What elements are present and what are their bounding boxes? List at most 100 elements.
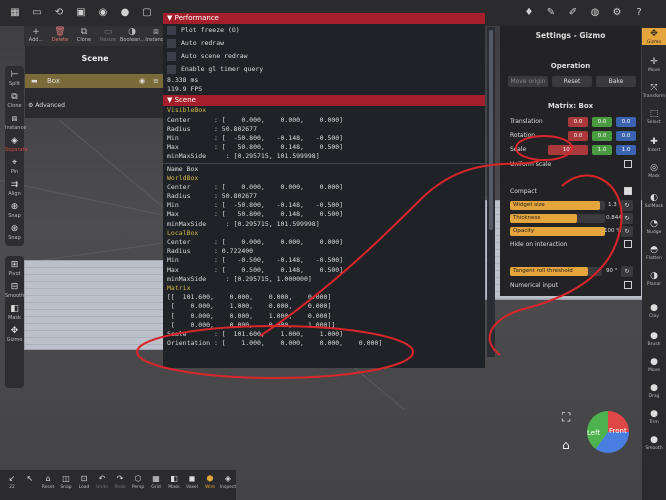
world-box-title: WorldBox <box>167 173 199 182</box>
undo-button[interactable]: ↶ Undo <box>92 473 112 490</box>
tool-mask[interactable]: ◎ Mask <box>642 162 666 179</box>
tool-smooth[interactable]: ● Smooth <box>642 434 666 451</box>
scale-y[interactable]: 1.0 <box>592 145 612 155</box>
tool-selmask[interactable]: ◐ SelMask <box>642 192 666 209</box>
clone-tool-button[interactable]: ⧉ Clone <box>5 92 24 109</box>
tool-gizmo[interactable]: ✥ Gizmo <box>642 28 666 45</box>
gl-timer-checkbox[interactable]: Enable gl timer query <box>163 63 485 76</box>
load-button[interactable]: ⊡ Load <box>74 473 94 490</box>
pin-button[interactable]: ⌖ Pin <box>5 158 24 175</box>
reset-button[interactable]: Reset <box>552 76 592 87</box>
menu-icon[interactable]: ≡ <box>153 77 159 85</box>
snap2-button[interactable]: ⊛ Snap <box>5 224 24 241</box>
wire-button[interactable]: ⬢ Wire <box>200 473 220 490</box>
tool-drag[interactable]: ● Drag <box>642 382 666 399</box>
translation-label: Translation <box>510 118 543 125</box>
camera-icon[interactable]: ◉ <box>96 6 110 20</box>
sphere-icon[interactable]: ◍ <box>588 6 602 20</box>
performance-header[interactable]: ▼ Performance <box>163 13 485 24</box>
widget-size-reset[interactable]: ↻ <box>621 200 633 211</box>
voxel-button[interactable]: ◼ Voxel <box>182 473 202 490</box>
tool-planar[interactable]: ◑ Planar <box>642 270 666 287</box>
translation-y[interactable]: 0.0 <box>592 117 612 127</box>
tool-clay[interactable]: ● Clay <box>642 302 666 319</box>
tool-nudge[interactable]: ◔ Nudge <box>642 218 666 235</box>
grid-icon[interactable]: ▦ <box>8 6 22 20</box>
numerical-input-checkbox[interactable] <box>624 281 632 289</box>
scene-header[interactable]: ▼ Scene <box>163 95 485 107</box>
plot-freeze-checkbox[interactable]: Plot freeze (O) <box>163 24 485 37</box>
pivot-button[interactable]: ⊞ Pivot <box>5 260 24 277</box>
advanced-toggle[interactable]: ⚙ Advanced <box>28 102 65 109</box>
scene-item-box[interactable]: ▬ Box ◉ ≡ <box>25 74 165 88</box>
auto-redraw-checkbox[interactable]: Auto redraw <box>163 37 485 50</box>
clone-button[interactable]: ⧉ Clone <box>72 28 96 44</box>
orientation-cube[interactable]: Left Front <box>587 411 629 453</box>
tool-transform[interactable]: ⤧ Transform <box>642 82 666 99</box>
auto-scene-redraw-checkbox[interactable]: Auto scene redraw <box>163 50 485 63</box>
opacity-reset[interactable]: ↻ <box>621 226 633 237</box>
tangent-roll-reset[interactable]: ↻ <box>621 266 633 277</box>
scale-z[interactable]: 1.0 <box>616 145 636 155</box>
box-mesh[interactable] <box>24 260 164 350</box>
image-icon[interactable]: ▣ <box>74 6 88 20</box>
screen-icon[interactable]: ▢ <box>140 6 154 20</box>
uniform-scale-checkbox[interactable] <box>624 160 632 168</box>
delete-button[interactable]: 🗑 Delete <box>48 28 72 44</box>
widget-size-slider[interactable]: Widget size <box>510 201 605 210</box>
rotation-z[interactable]: 0.0 <box>616 131 636 141</box>
boolean-button[interactable]: ◑ Boolean... <box>120 28 145 44</box>
home-icon[interactable]: ⌂ <box>562 438 570 452</box>
hide-on-interaction-checkbox[interactable] <box>624 240 632 248</box>
snap-view-button[interactable]: ◫ Snap <box>56 473 76 490</box>
thickness-slider[interactable]: Thickness <box>510 214 605 223</box>
mask-view-button[interactable]: ◧ Mask <box>164 473 184 490</box>
translation-x[interactable]: 0.0 <box>568 117 588 127</box>
wrench-icon[interactable]: ✎ <box>544 6 558 20</box>
help-icon[interactable]: ? <box>632 6 646 20</box>
translation-z[interactable]: 0.0 <box>616 117 636 127</box>
resize-button[interactable]: ▭ Resize <box>96 28 120 44</box>
fullscreen-icon[interactable]: ⛶ <box>562 410 570 425</box>
bottom-size[interactable]: ↙ 22 <box>2 473 22 490</box>
mic-icon[interactable]: ● <box>118 6 132 20</box>
thickness-reset[interactable]: ↻ <box>621 213 633 224</box>
reset-view-button[interactable]: ⌂ Reset <box>38 473 58 490</box>
opacity-slider[interactable]: Opacity <box>510 227 605 236</box>
scroll-thumb[interactable] <box>489 30 493 230</box>
move-origin-button[interactable]: Move origin <box>508 76 548 87</box>
tool-trim[interactable]: ● Trim <box>642 408 666 425</box>
tool-insert[interactable]: ✚ Insert <box>642 136 666 153</box>
gizmo-button[interactable]: ✥ Gizmo <box>5 326 24 343</box>
bake-button[interactable]: Bake <box>596 76 636 87</box>
mask-button[interactable]: ◧ Mask <box>5 304 24 321</box>
separate-button[interactable]: ◈ Separate <box>5 136 28 153</box>
compact-checkbox[interactable] <box>624 187 632 195</box>
eye-icon[interactable]: ◉ <box>139 77 145 85</box>
split-button[interactable]: ⊢ Split <box>5 70 24 87</box>
tool-move-brush[interactable]: ● Move <box>642 356 666 373</box>
persp-button[interactable]: ⬡ Persp <box>128 473 148 490</box>
share-icon[interactable]: ⟲ <box>52 6 66 20</box>
snap-button[interactable]: ⊕ Snap <box>5 202 24 219</box>
rotation-y[interactable]: 0.0 <box>592 131 612 141</box>
grid-button[interactable]: ▦ Grid <box>146 473 166 490</box>
tool-brush[interactable]: ● Brush <box>642 330 666 347</box>
smooth-button[interactable]: ⊟ Smooth <box>5 282 24 299</box>
scale-x[interactable]: 102 <box>548 145 588 155</box>
tool-move[interactable]: ✛ Move <box>642 56 666 73</box>
brush-icon[interactable]: ♦ <box>522 6 536 20</box>
tangent-roll-slider[interactable]: Tangent roll threshold <box>510 267 602 276</box>
tool-flatten[interactable]: ◓ Flatten <box>642 244 666 261</box>
instance-tool-button[interactable]: ⧈ Instance <box>5 114 26 131</box>
tool-select[interactable]: ⬚ Select <box>642 108 666 125</box>
settings-icon[interactable]: ⚙ <box>610 6 624 20</box>
rotation-x[interactable]: 0.0 <box>568 131 588 141</box>
align-button[interactable]: ⇉ Align <box>5 180 24 197</box>
redo-button[interactable]: ↷ Redo <box>110 473 130 490</box>
inspect-button[interactable]: ◈ Inspect <box>218 473 238 490</box>
add-button[interactable]: + Add... <box>24 28 48 44</box>
pencil-icon[interactable]: ✐ <box>566 6 580 20</box>
folder-icon[interactable]: ▭ <box>30 6 44 20</box>
bottom-arrow[interactable]: ↖ <box>20 473 40 485</box>
